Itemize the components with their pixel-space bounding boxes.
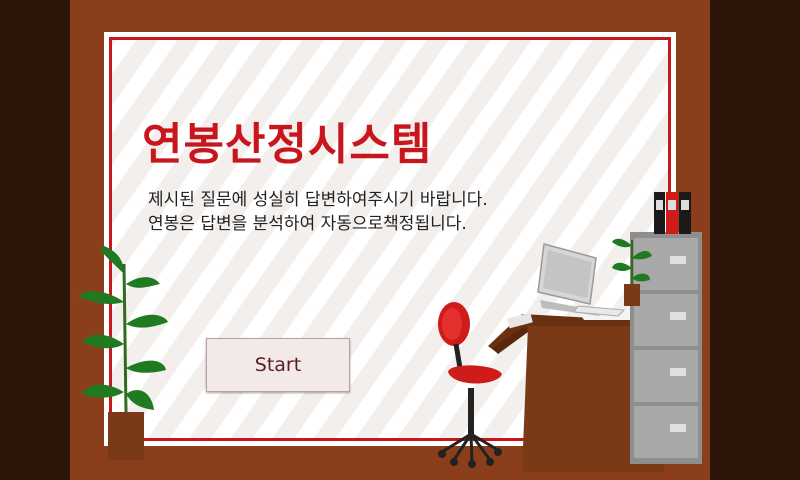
page-title: 연봉산정시스템 (142, 119, 433, 170)
binders-icon (654, 192, 691, 234)
plant-icon (78, 246, 168, 460)
instructions-line-1: 제시된 질문에 성실히 답변하여주시기 바랍니다. (148, 190, 488, 210)
start-button[interactable]: Start (206, 338, 350, 392)
game-stage: 연봉산정시스템 제시된 질문에 성실히 답변하여주시기 바랍니다. 연봉은 답변… (0, 0, 800, 480)
small-plant-icon (612, 238, 652, 306)
instructions: 제시된 질문에 성실히 답변하여주시기 바랍니다. 연봉은 답변을 분석하여 자… (148, 188, 488, 236)
instructions-line-2: 연봉은 답변을 분석하여 자동으로책정됩니다. (148, 214, 467, 234)
office-chair-icon (438, 302, 502, 468)
